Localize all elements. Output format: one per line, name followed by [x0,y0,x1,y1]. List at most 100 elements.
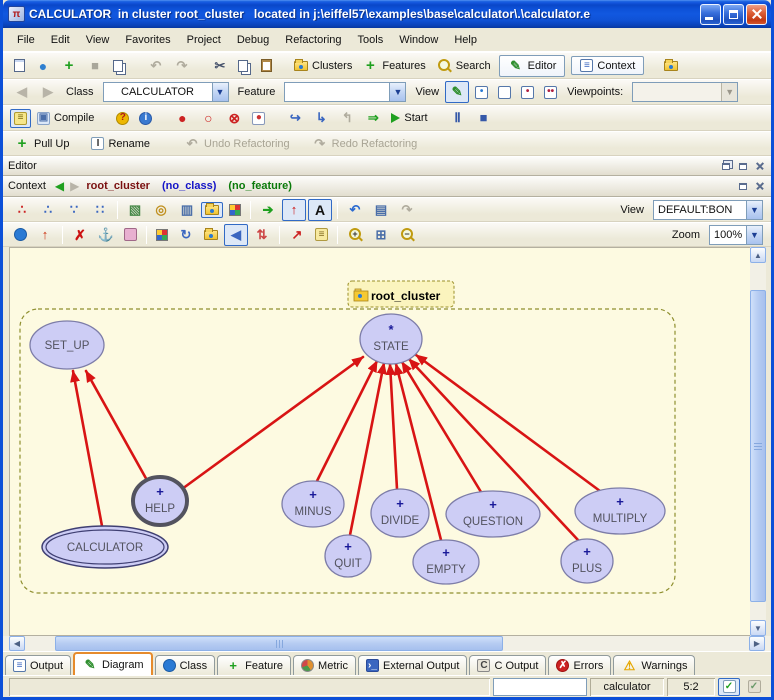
zoom-combo-dropdown-icon[interactable]: ▼ [746,226,762,244]
cut-icon[interactable]: ✂ [208,55,232,77]
tab-errors[interactable]: ✗Errors [548,655,611,675]
pause-icon[interactable]: Ⅱ [446,107,470,129]
class-node-state[interactable]: *STATE [360,314,422,364]
menu-item-refactoring[interactable]: Refactoring [277,31,349,49]
class-node-multiply[interactable]: +MULTIPLY [575,488,665,534]
diagram-canvas[interactable]: SET_UP*STATE+HELPCALCULATOR+MINUS+QUIT+D… [9,247,750,636]
maximize-button[interactable] [723,4,744,25]
pull-up-button[interactable]: +Pull Up [10,133,73,155]
new-window-icon[interactable] [10,56,29,75]
force-layout-icon[interactable]: ➔ [256,199,280,221]
step-into-icon[interactable]: ↳ [309,107,333,129]
class-relations-icon[interactable]: ∴ [10,199,34,221]
editor-toggle-button[interactable]: ✎Editor [499,55,566,77]
scroll-up-icon[interactable]: ▲ [750,247,766,263]
delete-icon[interactable]: ✗ [68,224,92,246]
zoom-out-icon[interactable] [395,224,419,246]
fill-color-icon[interactable] [152,226,172,244]
menu-item-window[interactable]: Window [391,31,446,49]
menu-item-favorites[interactable]: Favorites [117,31,178,49]
scroll-left-icon[interactable]: ◀ [9,636,25,651]
maximize-context-icon[interactable] [736,180,750,193]
diagram-view-combo-dropdown-icon[interactable]: ▼ [746,201,762,219]
inheritance-mode-icon[interactable]: ↑ [282,199,306,221]
stop-icon[interactable]: ■ [472,107,496,129]
rename-button[interactable]: IRename [87,134,154,153]
open-project-icon[interactable]: ● [31,55,55,77]
vertical-scrollbar[interactable]: ▲ ▼ [750,247,766,636]
paste-icon[interactable] [257,56,276,75]
url-document-icon[interactable]: ▥ [175,199,199,221]
tab-output[interactable]: ≡Output [5,655,71,675]
export-picture-icon[interactable]: ▧ [123,199,147,221]
scroll-down-icon[interactable]: ▼ [750,620,766,636]
tab-external-output[interactable]: ›_External Output [358,655,467,675]
syntax-check-icon[interactable]: ✓ [718,678,740,696]
vertical-scroll-thumb[interactable] [750,290,766,602]
disable-breakpoints-icon[interactable]: ○ [196,107,220,129]
tab-metric[interactable]: Metric [293,655,356,675]
close-button[interactable] [746,4,767,25]
tab-class[interactable]: Class [155,655,216,675]
horizontal-scroll-thumb[interactable] [55,636,503,651]
scroll-right-icon[interactable]: ▶ [749,636,765,651]
erase-icon[interactable] [120,225,141,244]
cluster-relations-icon[interactable]: ∴ [36,199,60,221]
close-context-icon[interactable] [753,180,767,193]
tab-feature[interactable]: +Feature [217,655,291,675]
cluster-view-icon[interactable] [201,202,223,218]
color-layout-icon[interactable] [225,201,245,219]
create-inheritance-icon[interactable]: ↑ [33,224,57,246]
tab-c-output[interactable]: CC Output [469,655,546,675]
copy-icon[interactable] [234,57,255,75]
link-direction-icon[interactable]: ◀ [224,224,248,246]
horizontal-scrollbar[interactable]: ◀ ▶ [3,636,771,651]
add-note-icon[interactable]: ≡ [311,225,332,244]
external-commands-icon[interactable] [660,58,682,74]
context-crumb-1[interactable]: (no_class) [162,180,216,192]
crop-view-icon[interactable] [200,227,222,243]
text-labels-icon[interactable]: A [308,199,332,221]
menu-item-tools[interactable]: Tools [350,31,392,49]
view-editor-icon[interactable]: ✎ [445,81,469,103]
maximize-pane-icon[interactable] [736,160,750,173]
context-toggle-button[interactable]: ≡Context [571,56,644,75]
start-button[interactable]: Start [387,109,431,127]
view-flat-contract-icon[interactable]: •• [540,83,561,102]
compile-button[interactable]: ▣Compile [33,109,98,128]
tab-diagram[interactable]: ✎Diagram [73,652,153,675]
rotate-icon[interactable]: ↻ [174,224,198,246]
diagram-history-icon[interactable]: ▤ [369,199,393,221]
diagram-view-combo[interactable]: DEFAULT:BON▼ [653,200,763,220]
class-node-help[interactable]: +HELP [133,477,187,525]
restore-pane-icon[interactable] [719,160,733,173]
step-over-icon[interactable]: ↪ [283,107,307,129]
class-combo[interactable]: CALCULATOR▼ [103,82,229,102]
class-node-minus[interactable]: +MINUS [282,481,344,527]
class-node-calculator[interactable]: CALCULATOR [42,526,168,568]
context-back-icon[interactable]: ◀ [55,179,64,193]
class-node-question[interactable]: +QUESTION [446,491,540,537]
feature-combo-dropdown-icon[interactable]: ▼ [389,83,405,101]
feature-combo[interactable]: ▼ [284,82,406,102]
features-button[interactable]: +Features [358,55,429,77]
menu-item-file[interactable]: File [9,31,43,49]
project-info-icon[interactable]: i [135,109,156,128]
class-node-divide[interactable]: +DIVIDE [371,489,429,537]
class-node-plus[interactable]: +PLUS [561,539,613,583]
inheritance-links-icon[interactable]: ∷ [88,199,112,221]
menu-item-project[interactable]: Project [179,31,229,49]
close-pane-icon[interactable] [753,160,767,173]
menu-item-edit[interactable]: Edit [43,31,78,49]
class-node-set_up[interactable]: SET_UP [30,321,104,369]
create-class-icon[interactable] [10,225,31,244]
status-input-field[interactable] [493,678,587,696]
project-settings-icon[interactable]: ≡ [10,109,31,128]
export-document-icon[interactable]: ◎ [149,199,173,221]
enable-breakpoints-icon[interactable]: ● [170,107,194,129]
debug-window-icon[interactable]: ● [248,109,269,128]
fit-to-window-icon[interactable]: ⊞ [369,224,393,246]
context-crumb-2[interactable]: (no_feature) [228,180,292,192]
run-ignore-breakpoints-icon[interactable]: ⇒ [361,107,385,129]
view-flat-icon[interactable]: • [471,83,492,102]
